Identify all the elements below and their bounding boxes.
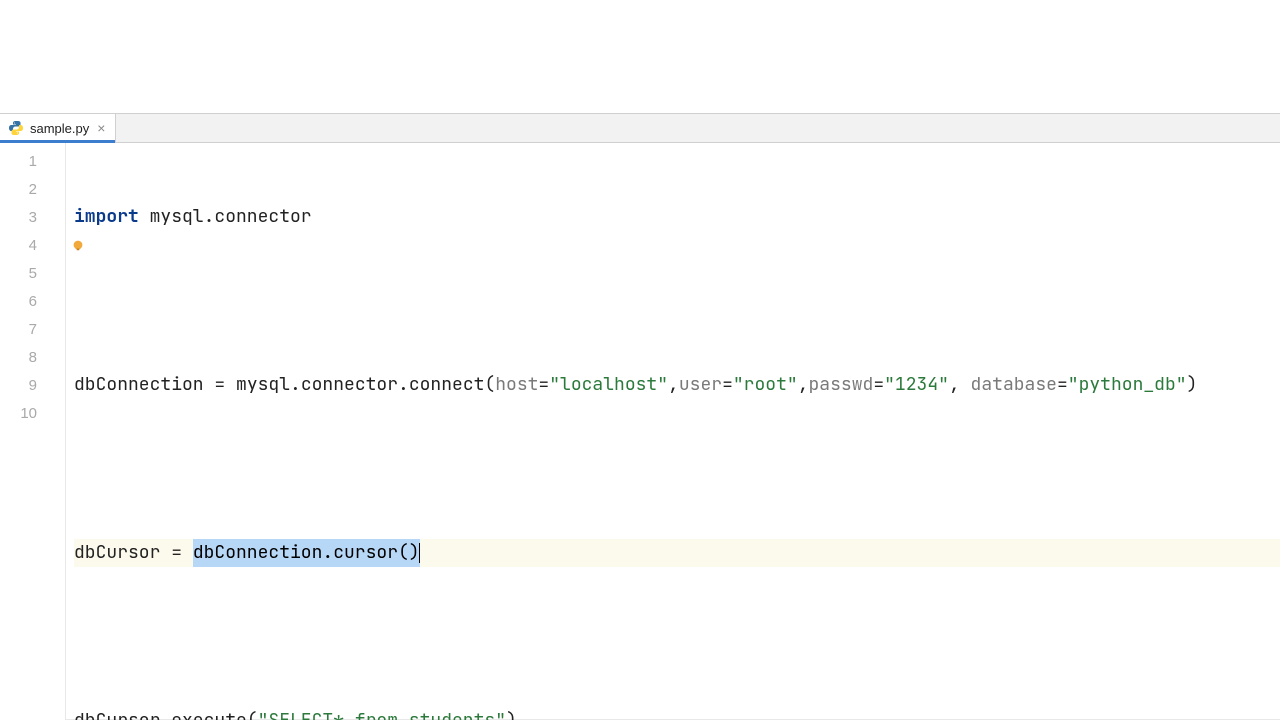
line-number: 9 — [0, 371, 65, 399]
file-tab-label: sample.py — [30, 121, 89, 136]
line-number-gutter: 1 2 3 4 5 6 7 8 9 10 — [0, 143, 66, 720]
close-tab-icon[interactable]: × — [95, 120, 107, 136]
line-number: 4 — [0, 231, 65, 259]
editor-tab-bar: sample.py × — [0, 113, 1280, 143]
blank-top-region — [0, 0, 1280, 113]
code-line: import mysql.connector — [74, 203, 1280, 231]
line-number: 6 — [0, 287, 65, 315]
line-number: 2 — [0, 175, 65, 203]
line-number: 10 — [0, 399, 65, 427]
code-line-current: dbCursor = dbConnection.cursor() — [74, 539, 1280, 567]
selection: dbConnection.cursor() — [193, 539, 420, 567]
code-line: dbConnection = mysql.connector.connect(h… — [74, 371, 1280, 399]
editor-area: 1 2 3 4 5 6 7 8 9 10 import mysql.connec… — [0, 143, 1280, 720]
code-line — [74, 623, 1280, 651]
code-line — [74, 455, 1280, 483]
line-number: 8 — [0, 343, 65, 371]
code-text-area[interactable]: import mysql.connector dbConnection = my… — [66, 143, 1280, 720]
line-number: 5 — [0, 259, 65, 287]
line-number: 3 — [0, 203, 65, 231]
code-line: dbCursor.execute("SELECT* from students"… — [74, 707, 1280, 720]
line-number: 1 — [0, 147, 65, 175]
file-tab-sample-py[interactable]: sample.py × — [0, 114, 116, 142]
python-file-icon — [8, 120, 24, 136]
text-caret — [419, 543, 420, 563]
line-number: 7 — [0, 315, 65, 343]
code-line — [74, 287, 1280, 315]
